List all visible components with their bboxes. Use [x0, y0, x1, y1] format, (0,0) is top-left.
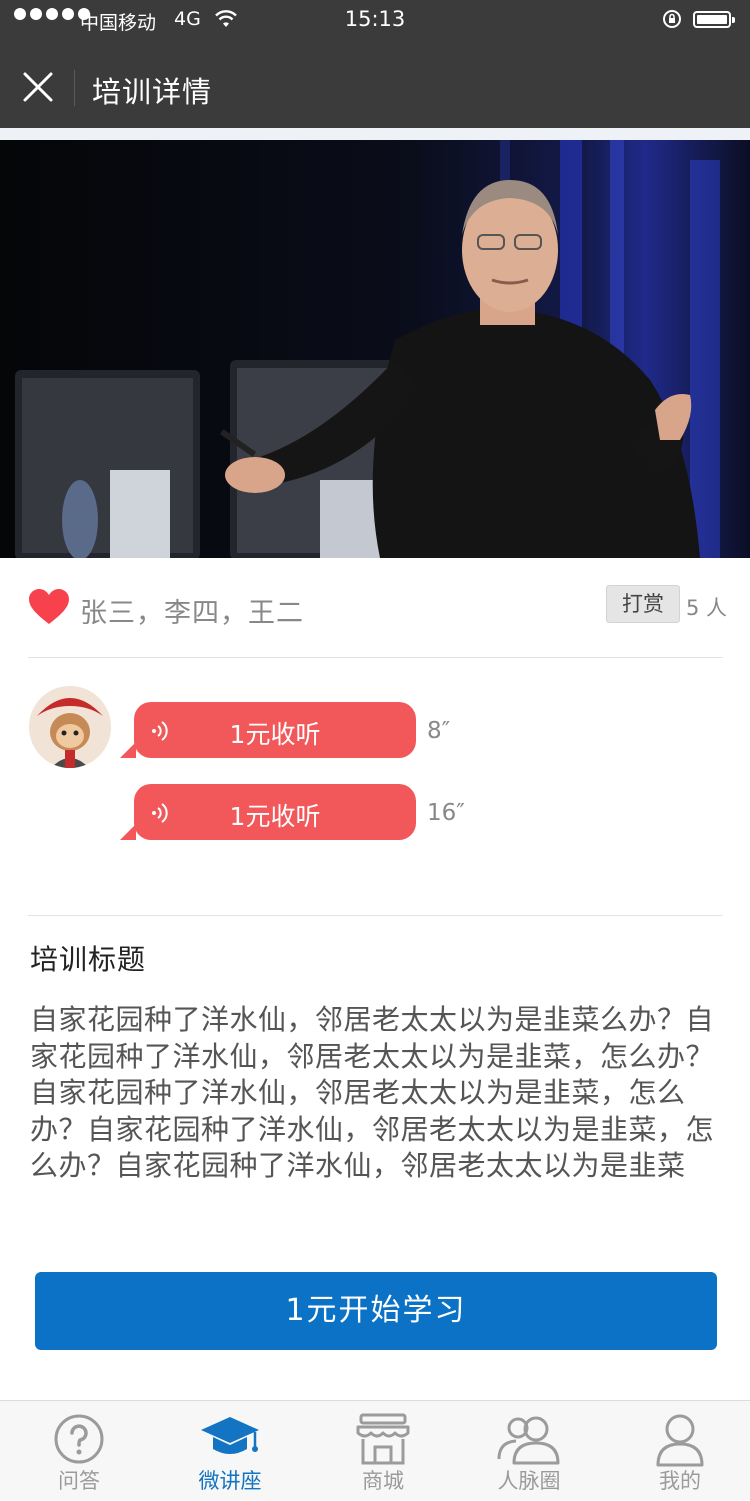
- tab-label: 微讲座: [198, 1469, 262, 1493]
- hero-image: [0, 140, 750, 558]
- tab-label: 商城: [362, 1469, 404, 1493]
- tab-label: 人脉圈: [497, 1469, 561, 1493]
- contacts-icon: [497, 1416, 560, 1465]
- tab-label: 问答: [58, 1469, 100, 1493]
- liker-names: 张三，李四，王二: [80, 598, 304, 629]
- heart-icon[interactable]: [28, 588, 70, 626]
- audio-play-button[interactable]: 1元收听: [120, 702, 416, 758]
- tab-store[interactable]: 商城: [308, 1401, 458, 1501]
- audio-duration: 8″: [427, 718, 451, 744]
- clock: 15:13: [344, 7, 406, 31]
- avatar: [29, 686, 111, 768]
- tab-contacts[interactable]: 人脉圈: [454, 1401, 604, 1501]
- nav-bar: 培训详情: [0, 40, 750, 128]
- rotation-lock-icon: [663, 10, 681, 28]
- graduation-cap-icon: [201, 1417, 259, 1454]
- store-icon: [356, 1413, 410, 1465]
- likes-row: 张三，李四，王二 打赏 5 人: [0, 558, 750, 658]
- audio-play-button[interactable]: 1元收听: [120, 784, 416, 840]
- tab-bar: 问答 微讲座 商城 人脉圈 我的: [0, 1400, 750, 1500]
- tab-lectures[interactable]: 微讲座: [155, 1401, 305, 1501]
- audio-label: 1元收听: [229, 720, 321, 749]
- reward-count: 5 人: [686, 596, 728, 620]
- status-bar: 中国移动 4G 15:13: [0, 0, 750, 40]
- header-gap: [0, 128, 750, 140]
- question-icon: [54, 1414, 104, 1464]
- audio-label: 1元收听: [229, 802, 321, 831]
- audio-duration: 16″: [427, 800, 465, 826]
- tab-profile[interactable]: 我的: [605, 1401, 750, 1501]
- divider: [28, 657, 723, 658]
- course-title: 培训标题: [30, 943, 147, 976]
- close-icon[interactable]: [22, 71, 54, 103]
- start-learning-button[interactable]: 1元开始学习: [35, 1272, 717, 1350]
- user-icon: [656, 1414, 704, 1467]
- tab-qa[interactable]: 问答: [4, 1401, 154, 1501]
- tab-label: 我的: [659, 1469, 701, 1493]
- battery-icon: [693, 11, 735, 28]
- divider: [28, 915, 723, 916]
- page-title: 培训详情: [92, 75, 213, 109]
- reward-button[interactable]: 打赏: [606, 585, 680, 623]
- nav-divider: [74, 70, 75, 106]
- course-description: 自家花园种了洋水仙，邻居老太太以为是韭菜么办？自家花园种了洋水仙，邻居老太太以为…: [30, 1003, 715, 1182]
